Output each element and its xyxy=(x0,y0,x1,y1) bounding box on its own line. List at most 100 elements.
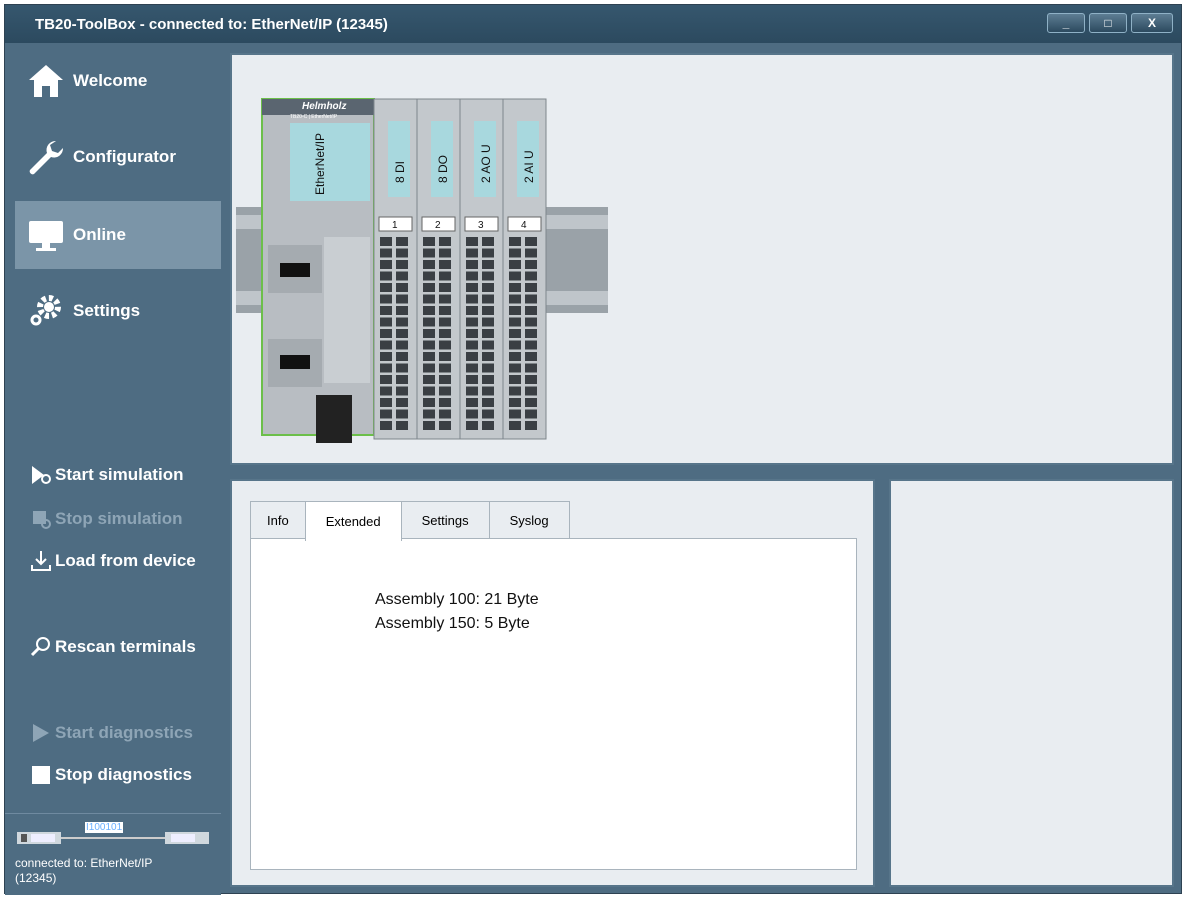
terminal-clamp xyxy=(466,363,478,373)
stop-simulation-label: Stop simulation xyxy=(55,509,183,528)
io-module-slot: 3 xyxy=(478,220,484,231)
terminal-clamp xyxy=(482,375,494,384)
terminal-clamp xyxy=(396,398,408,407)
wrench-icon xyxy=(21,132,71,182)
nav-configurator[interactable]: Configurator xyxy=(15,123,221,191)
terminal-clamp xyxy=(525,352,537,361)
terminal-clamp xyxy=(482,398,494,407)
terminal-clamp xyxy=(482,329,494,338)
terminal-clamp xyxy=(482,363,494,373)
start-simulation-button[interactable]: Start simulation xyxy=(29,463,183,487)
play-gear-icon xyxy=(29,463,53,487)
terminal-clamp xyxy=(439,260,451,269)
terminal-clamp xyxy=(466,306,478,315)
terminal-clamp xyxy=(439,248,451,258)
close-button[interactable]: X xyxy=(1131,13,1173,33)
terminal-clamp xyxy=(439,317,451,327)
monitor-icon xyxy=(21,210,71,260)
terminal-clamp xyxy=(525,271,537,281)
nav-settings[interactable]: Settings xyxy=(15,277,221,345)
terminal-clamp xyxy=(396,306,408,315)
terminal-clamp xyxy=(482,386,494,396)
io-module-slot: 4 xyxy=(521,220,527,231)
terminal-clamp xyxy=(439,363,451,373)
terminal-clamp xyxy=(466,352,478,361)
terminal-clamp xyxy=(482,260,494,269)
io-module-3[interactable]: 2 AO U 3 xyxy=(459,98,504,440)
terminal-clamp xyxy=(509,237,521,246)
terminal-clamp xyxy=(380,329,392,338)
io-module-1[interactable]: 8 DI 1 xyxy=(373,98,418,440)
terminal-clamp xyxy=(380,237,392,246)
terminal-clamp xyxy=(396,260,408,269)
io-module-slot: 2 xyxy=(435,220,441,231)
connection-status: I100101 connected to: EtherNet/IP (12345… xyxy=(5,813,221,895)
io-module-2[interactable]: 8 DO 2 xyxy=(416,98,461,440)
terminal-clamp xyxy=(423,398,435,407)
terminal-clamp xyxy=(380,352,392,361)
tab-syslog[interactable]: Syslog xyxy=(488,501,570,539)
terminal-clamp xyxy=(380,409,392,419)
nav-settings-label: Settings xyxy=(73,301,141,320)
download-icon xyxy=(29,549,53,573)
terminal-clamp xyxy=(380,340,392,350)
terminal-clamp xyxy=(396,352,408,361)
terminal-clamp xyxy=(482,352,494,361)
terminal-clamp xyxy=(396,329,408,338)
nav-online-label: Online xyxy=(73,225,126,244)
terminal-clamp xyxy=(482,271,494,281)
terminal-clamp xyxy=(396,248,408,258)
tab-settings[interactable]: Settings xyxy=(400,501,490,539)
terminal-clamp xyxy=(439,271,451,281)
terminal-clamp xyxy=(466,386,478,396)
terminal-clamp xyxy=(509,317,521,327)
window-title: TB20-ToolBox - connected to: EtherNet/IP… xyxy=(35,16,388,33)
app-window: TB20-ToolBox - connected to: EtherNet/IP… xyxy=(4,4,1182,895)
terminal-clamp xyxy=(439,283,451,292)
terminal-clamp xyxy=(525,398,537,407)
terminal-clamp xyxy=(525,283,537,292)
terminal-clamp xyxy=(525,363,537,373)
stop-diagnostics-button[interactable]: Stop diagnostics xyxy=(29,763,192,787)
close-icon: X xyxy=(1147,16,1156,30)
nav-online[interactable]: Online xyxy=(15,201,221,269)
terminal-clamp xyxy=(423,294,435,304)
terminal-clamp xyxy=(525,375,537,384)
connection-status-text: connected to: EtherNet/IP (12345) xyxy=(15,856,153,885)
terminal-clamp xyxy=(396,375,408,384)
nav-welcome[interactable]: Welcome xyxy=(15,47,221,115)
terminal-clamp xyxy=(482,294,494,304)
terminal-clamp xyxy=(380,398,392,407)
io-module-4[interactable]: 2 AI U 4 xyxy=(502,98,547,440)
connection-bits: I100101 xyxy=(85,822,124,833)
terminal-clamp xyxy=(466,329,478,338)
terminal-clamp xyxy=(396,363,408,373)
terminal-clamp xyxy=(466,340,478,350)
rescan-terminals-button[interactable]: Rescan terminals xyxy=(29,635,196,659)
terminal-clamp xyxy=(439,352,451,361)
start-diagnostics-button[interactable]: Start diagnostics xyxy=(29,721,193,745)
start-diagnostics-label: Start diagnostics xyxy=(55,723,193,742)
tab-extended[interactable]: Extended xyxy=(304,501,402,541)
terminal-clamp xyxy=(482,306,494,315)
load-from-device-button[interactable]: Load from device xyxy=(29,549,196,573)
tab-info[interactable]: Info xyxy=(250,501,306,539)
terminal-clamp xyxy=(525,248,537,258)
nav-welcome-label: Welcome xyxy=(73,71,148,90)
stop-simulation-button[interactable]: Stop simulation xyxy=(29,507,183,531)
terminal-clamp xyxy=(396,409,408,419)
terminal-clamp xyxy=(396,386,408,396)
terminal-clamp xyxy=(396,294,408,304)
terminal-clamp xyxy=(423,248,435,258)
tab-settings-label: Settings xyxy=(421,513,469,528)
terminal-clamp xyxy=(482,409,494,419)
terminal-clamp xyxy=(466,294,478,304)
terminal-clamp xyxy=(482,248,494,258)
terminal-clamp xyxy=(423,283,435,292)
terminal-clamp xyxy=(423,409,435,419)
terminal-clamp xyxy=(509,248,521,258)
io-module-label: 8 DI xyxy=(393,161,407,183)
maximize-button[interactable]: □ xyxy=(1089,13,1127,33)
terminal-clamp xyxy=(509,421,521,430)
minimize-button[interactable]: _ xyxy=(1047,13,1085,33)
